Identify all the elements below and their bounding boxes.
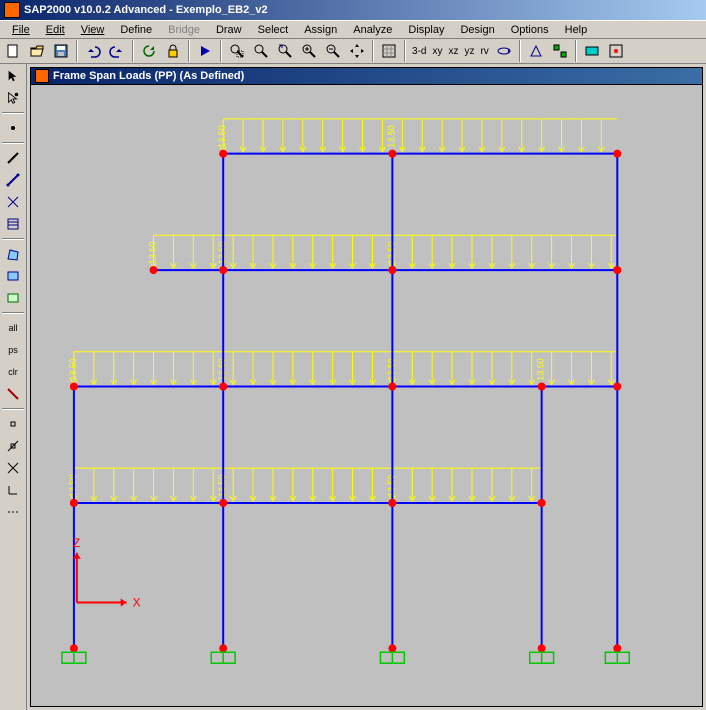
menu-assign[interactable]: Assign: [296, 23, 345, 37]
svg-text:13.50: 13.50: [148, 242, 158, 264]
svg-text:13.50: 13.50: [217, 125, 227, 147]
snap-lines[interactable]: [2, 502, 24, 522]
view-xz-button[interactable]: xz: [446, 46, 460, 57]
snap-perpendicular[interactable]: [2, 480, 24, 500]
svg-text:13.50: 13.50: [386, 242, 396, 264]
zoom-extents-button[interactable]: [250, 40, 272, 62]
draw-frame[interactable]: [2, 148, 24, 168]
zoom-in-button[interactable]: [298, 40, 320, 62]
zoom-out-button[interactable]: [322, 40, 344, 62]
snap-points[interactable]: [2, 414, 24, 434]
set-elements-button[interactable]: [605, 40, 627, 62]
snap-intersections[interactable]: [2, 458, 24, 478]
draw-special-joint[interactable]: [2, 118, 24, 138]
menu-bar: File Edit View Define Bridge Draw Select…: [0, 20, 706, 38]
view-title: Frame Span Loads (PP) (As Defined): [53, 70, 244, 82]
new-file-button[interactable]: [2, 40, 24, 62]
perspective-button[interactable]: [525, 40, 547, 62]
svg-text:13.50: 13.50: [386, 475, 396, 497]
intersecting-line-select[interactable]: [2, 384, 24, 404]
rotate-view-button[interactable]: [493, 40, 515, 62]
svg-text:13.50: 13.50: [217, 358, 227, 380]
shrink-button[interactable]: [549, 40, 571, 62]
menu-edit[interactable]: Edit: [38, 23, 73, 37]
refresh-button[interactable]: [138, 40, 160, 62]
reshape-tool[interactable]: [2, 88, 24, 108]
view-xy-button[interactable]: xy: [430, 46, 444, 57]
show-grid-button[interactable]: [378, 40, 400, 62]
svg-text:13.50: 13.50: [68, 358, 78, 380]
lock-button[interactable]: [162, 40, 184, 62]
draw-secondary-beam[interactable]: [2, 214, 24, 234]
zoom-window-button[interactable]: [226, 40, 248, 62]
quick-draw-brace[interactable]: [2, 192, 24, 212]
save-button[interactable]: [50, 40, 72, 62]
object-fill-button[interactable]: [581, 40, 603, 62]
view-yz-button[interactable]: yz: [462, 46, 476, 57]
draw-rect-area[interactable]: [2, 266, 24, 286]
menu-display[interactable]: Display: [400, 23, 452, 37]
pan-button[interactable]: [346, 40, 368, 62]
redo-button[interactable]: [106, 40, 128, 62]
quick-draw-area[interactable]: [2, 288, 24, 308]
prev-selection[interactable]: ps: [2, 340, 24, 360]
draw-poly-area[interactable]: [2, 244, 24, 264]
menu-bridge: Bridge: [160, 23, 208, 37]
structural-drawing: 13.50 13.50 13.50 13.50 13.50 13.50 13.50 13.50…: [31, 85, 702, 706]
menu-design[interactable]: Design: [452, 23, 502, 37]
snap-midpoints[interactable]: [2, 436, 24, 456]
zoom-previous-button[interactable]: [274, 40, 296, 62]
svg-text:X: X: [133, 595, 141, 609]
view-rv-button[interactable]: rv: [478, 46, 490, 57]
menu-define[interactable]: Define: [112, 23, 160, 37]
svg-text:13.50: 13.50: [68, 475, 78, 497]
menu-file[interactable]: File: [4, 23, 38, 37]
open-file-button[interactable]: [26, 40, 48, 62]
menu-options[interactable]: Options: [503, 23, 557, 37]
draw-toolbar: all ps clr: [0, 64, 27, 710]
menu-draw[interactable]: Draw: [208, 23, 250, 37]
svg-text:13.50: 13.50: [386, 358, 396, 380]
window-titlebar: SAP2000 v10.0.2 Advanced - Exemplo_EB2_v…: [0, 0, 706, 20]
menu-analyze[interactable]: Analyze: [345, 23, 400, 37]
svg-text:13.50: 13.50: [536, 358, 546, 380]
view-titlebar: Frame Span Loads (PP) (As Defined): [30, 67, 703, 85]
svg-text:13.50: 13.50: [386, 125, 396, 147]
view-icon: [35, 69, 49, 83]
svg-text:Z: Z: [73, 536, 80, 550]
main-toolbar: 3-d xy xz yz rv: [0, 38, 706, 64]
quick-draw-frame[interactable]: [2, 170, 24, 190]
view-3d-button[interactable]: 3-d: [410, 46, 428, 57]
menu-select[interactable]: Select: [250, 23, 297, 37]
select-all[interactable]: all: [2, 318, 24, 338]
model-viewport[interactable]: 13.50 13.50 13.50 13.50 13.50 13.50 13.50 13.50…: [30, 85, 703, 707]
app-icon: [4, 2, 20, 18]
svg-text:13.50: 13.50: [217, 242, 227, 264]
svg-text:13.50: 13.50: [217, 475, 227, 497]
clear-selection[interactable]: clr: [2, 362, 24, 382]
menu-view[interactable]: View: [73, 23, 113, 37]
pointer-tool[interactable]: [2, 66, 24, 86]
undo-button[interactable]: [82, 40, 104, 62]
menu-help[interactable]: Help: [557, 23, 596, 37]
run-analysis-button[interactable]: [194, 40, 216, 62]
window-title: SAP2000 v10.0.2 Advanced - Exemplo_EB2_v…: [24, 4, 268, 16]
